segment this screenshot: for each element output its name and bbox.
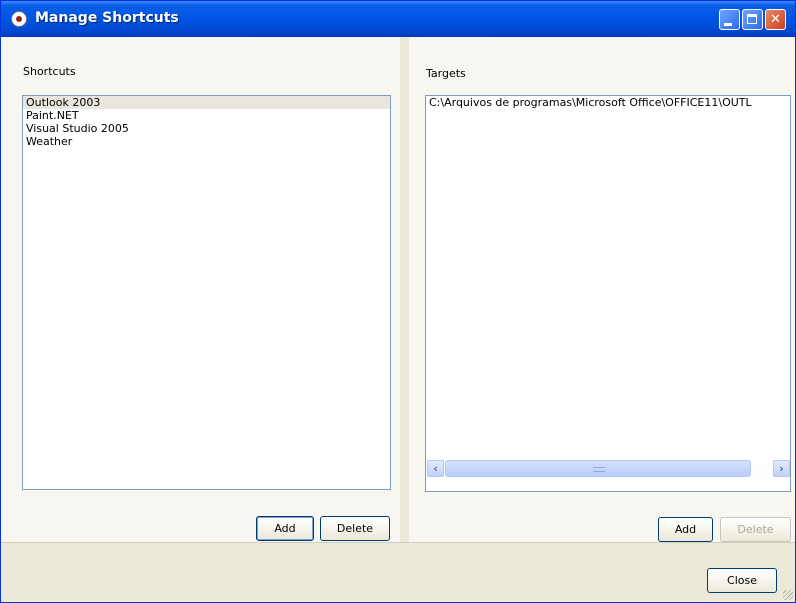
scroll-right-button[interactable]: ›	[773, 460, 790, 477]
list-item[interactable]: C:\Arquivos de programas\Microsoft Offic…	[426, 96, 790, 109]
dialog-footer: Close	[1, 542, 795, 602]
shortcuts-listbox[interactable]: Outlook 2003 Paint.NET Visual Studio 200…	[22, 95, 391, 490]
chevron-right-icon: ›	[779, 462, 784, 475]
close-window-button[interactable]: ✕	[765, 9, 786, 30]
list-item[interactable]: Paint.NET	[23, 109, 390, 122]
minimize-button[interactable]	[719, 9, 740, 30]
add-target-button[interactable]: Add	[658, 517, 713, 542]
window-title: Manage Shortcuts	[35, 10, 179, 26]
list-item[interactable]: Weather	[23, 135, 390, 148]
app-icon	[11, 11, 27, 27]
horizontal-scrollbar[interactable]: ‹ ›	[427, 460, 790, 477]
delete-shortcut-button[interactable]: Delete	[320, 516, 390, 541]
close-icon: ✕	[770, 12, 781, 27]
shortcuts-label: Shortcuts	[23, 65, 76, 78]
panel-splitter[interactable]	[400, 37, 409, 542]
targets-label: Targets	[426, 67, 466, 80]
scroll-left-button[interactable]: ‹	[427, 460, 444, 477]
minimize-icon	[724, 23, 732, 26]
targets-listbox[interactable]: C:\Arquivos de programas\Microsoft Offic…	[425, 95, 791, 492]
add-shortcut-button[interactable]: Add	[256, 516, 314, 541]
content-area: Shortcuts Outlook 2003 Paint.NET Visual …	[1, 37, 795, 542]
resize-grip-icon[interactable]	[783, 590, 793, 600]
scroll-thumb[interactable]	[445, 460, 751, 477]
title-bar[interactable]: Manage Shortcuts ✕	[1, 1, 795, 37]
maximize-button[interactable]	[742, 9, 763, 30]
targets-panel: Targets C:\Arquivos de programas\Microso…	[409, 37, 795, 542]
list-item[interactable]: Visual Studio 2005	[23, 122, 390, 135]
chevron-left-icon: ‹	[433, 462, 438, 475]
list-item[interactable]: Outlook 2003	[23, 96, 390, 109]
delete-target-button[interactable]: Delete	[720, 517, 791, 542]
manage-shortcuts-window: Manage Shortcuts ✕ Shortcuts Outlook 200…	[0, 0, 796, 603]
shortcuts-panel: Shortcuts Outlook 2003 Paint.NET Visual …	[1, 37, 400, 542]
maximize-icon	[747, 14, 757, 24]
grip-icon	[593, 467, 605, 472]
close-button[interactable]: Close	[707, 568, 777, 593]
